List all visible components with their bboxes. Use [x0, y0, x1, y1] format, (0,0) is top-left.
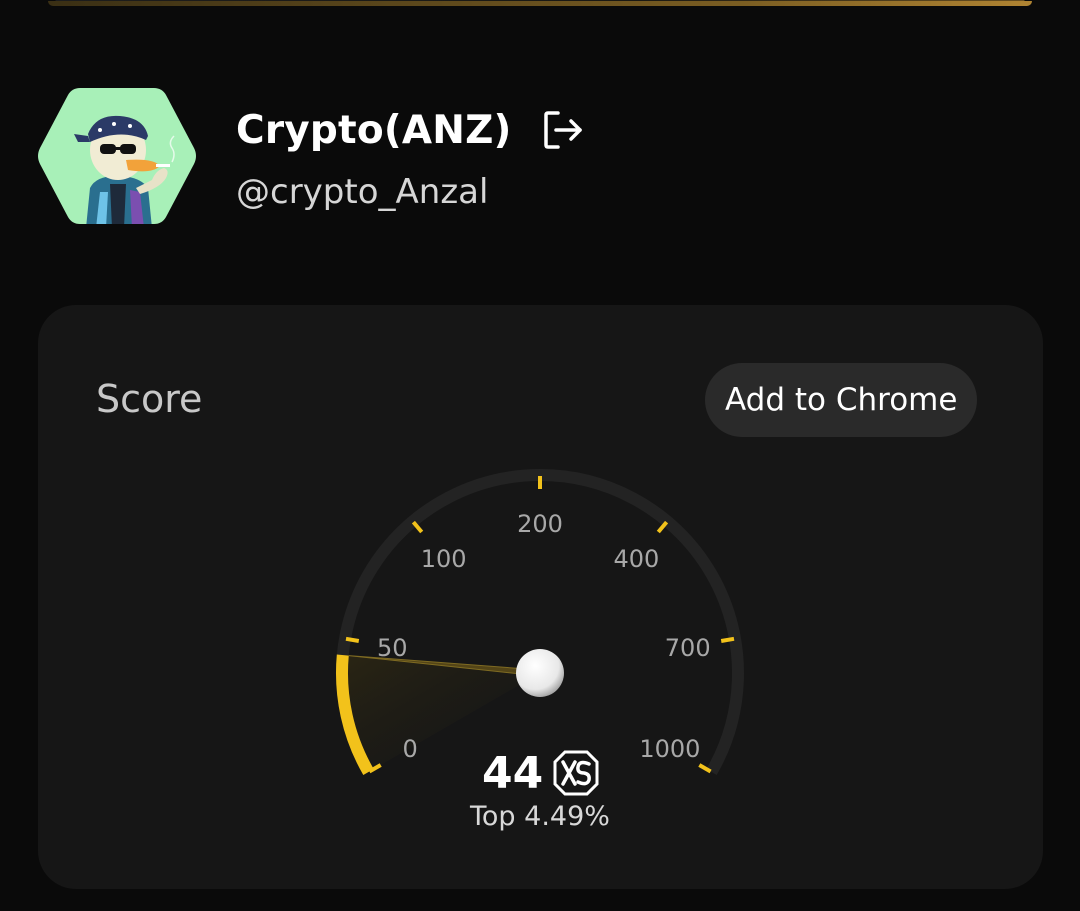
gauge-tick-label: 0 — [402, 735, 417, 763]
profile-page: Crypto(ANZ) @crypto_Anzal Score Add to C… — [0, 0, 1080, 911]
logout-icon[interactable] — [540, 107, 586, 153]
duck-avatar-icon[interactable] — [36, 84, 198, 228]
gauge-tick — [720, 636, 735, 643]
profile-name-row: Crypto(ANZ) — [236, 104, 586, 156]
gauge-knob — [516, 649, 564, 697]
profile-name: Crypto(ANZ) — [236, 107, 512, 153]
gauge-tick-label: 200 — [517, 510, 563, 538]
gauge-tick — [345, 636, 360, 643]
xs-logo-icon — [553, 750, 599, 796]
top-banner[interactable] — [48, 0, 1032, 6]
rank-text: Top 4.49% — [470, 801, 610, 832]
gauge-tick-label: 400 — [613, 545, 659, 573]
gauge-tick-label: 1000 — [639, 735, 700, 763]
gauge-tick-label: 100 — [421, 545, 467, 573]
score-value: 44 — [482, 747, 544, 799]
profile-handle: @crypto_Anzal — [236, 172, 489, 212]
gauge-tick-label: 700 — [665, 634, 711, 662]
score-card: Score Add to Chrome 0 50 100 200 400 700 1000 — [38, 305, 1043, 889]
score-value-row: 44 — [482, 745, 599, 801]
